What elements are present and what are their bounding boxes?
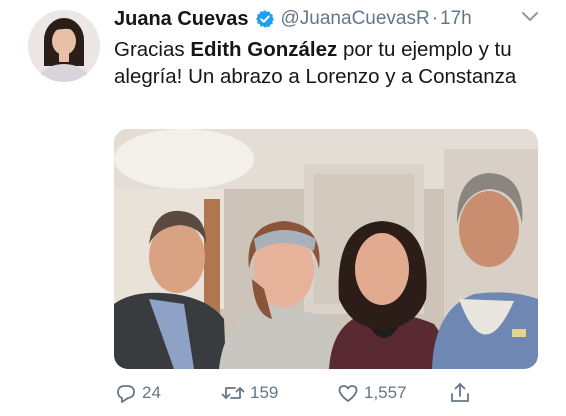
reply-icon	[117, 385, 135, 403]
reply-count: 24	[142, 383, 161, 402]
like-count: 1,557	[364, 383, 407, 402]
tweet-actions: 24 159 1,557	[114, 378, 538, 408]
reply-button[interactable]: 24	[114, 378, 161, 408]
share-button[interactable]	[448, 378, 472, 408]
tweet-header: Juana Cuevas @JuanaCuevasR · 17h	[114, 6, 472, 32]
username-handle[interactable]: @JuanaCuevasR	[281, 8, 430, 30]
retweet-icon	[221, 387, 245, 399]
tweet-photo[interactable]	[114, 129, 538, 369]
verified-badge-icon	[255, 9, 275, 29]
avatar-photo	[28, 10, 100, 82]
avatar[interactable]	[28, 10, 100, 82]
chevron-down-icon[interactable]	[520, 10, 540, 24]
tweet: Juana Cuevas @JuanaCuevasR · 17h Gracias…	[0, 0, 566, 416]
tweet-text: Gracias Edith González por tu ejemplo y …	[114, 36, 544, 90]
tweet-text-part: Gracias	[114, 38, 191, 61]
retweet-button[interactable]: 159	[220, 378, 278, 408]
timestamp[interactable]: 17h	[440, 8, 472, 30]
separator-dot: ·	[431, 8, 439, 29]
heart-icon	[338, 385, 358, 402]
display-name[interactable]: Juana Cuevas	[114, 8, 249, 31]
share-icon	[451, 383, 469, 402]
like-button[interactable]: 1,557	[336, 378, 407, 408]
retweet-count: 159	[250, 383, 279, 402]
group-photo	[114, 129, 538, 369]
mentioned-name: Edith González	[190, 38, 338, 61]
